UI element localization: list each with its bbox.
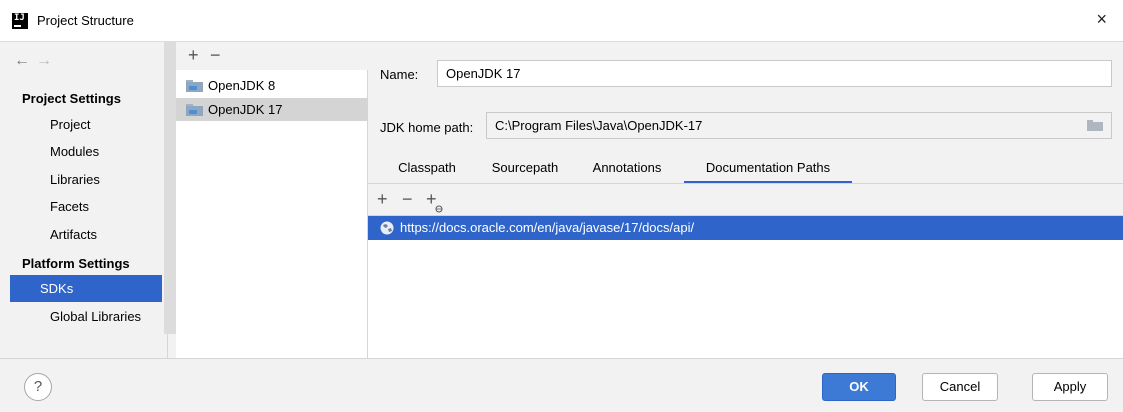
cancel-button[interactable]: Cancel <box>922 373 998 401</box>
sdk-item-openjdk-8[interactable]: OpenJDK 8 <box>176 74 368 97</box>
sdk-item-label: OpenJDK 17 <box>208 102 283 117</box>
window-title: Project Structure <box>37 13 134 28</box>
tab-documentation-paths[interactable]: Documentation Paths <box>684 158 852 184</box>
jdk-folder-icon <box>186 104 203 116</box>
settings-nav: ←→ Project Settings Project Modules Libr… <box>0 42 176 358</box>
nav-scrollbar[interactable] <box>164 42 176 334</box>
sdk-item-openjdk-17[interactable]: OpenJDK 17 <box>176 98 368 121</box>
help-button[interactable]: ? <box>24 373 52 401</box>
name-label: Name: <box>380 67 419 82</box>
doc-path-url: https://docs.oracle.com/en/java/javase/1… <box>400 220 695 235</box>
sdk-toolbar: + − <box>176 42 368 70</box>
jdk-home-path-value: C:\Program Files\Java\OpenJDK-17 <box>495 118 703 133</box>
add-url-icon[interactable]: + <box>426 189 443 213</box>
dialog-button-bar: ? OK Cancel Apply <box>0 358 1123 412</box>
doc-paths-list: https://docs.oracle.com/en/java/javase/1… <box>368 215 1123 358</box>
sdk-detail-panel: Name: OpenJDK 17 JDK home path: C:\Progr… <box>368 42 1123 358</box>
sdk-name-field[interactable]: OpenJDK 17 <box>437 60 1112 87</box>
nav-history: ←→ <box>14 52 58 70</box>
list-item[interactable]: https://docs.oracle.com/en/java/javase/1… <box>368 216 1123 240</box>
remove-sdk-icon[interactable]: − <box>210 45 221 66</box>
apply-button[interactable]: Apply <box>1032 373 1108 401</box>
tab-annotations[interactable]: Annotations <box>581 158 673 184</box>
forward-arrow-icon[interactable]: → <box>36 52 58 69</box>
nav-item-project[interactable]: Project <box>10 111 162 138</box>
jdk-home-label: JDK home path: <box>380 120 474 135</box>
add-sdk-icon[interactable]: + <box>188 45 199 66</box>
globe-small-icon <box>435 205 443 213</box>
platform-settings-heading: Platform Settings <box>22 256 130 271</box>
tab-classpath[interactable]: Classpath <box>386 158 468 184</box>
nav-item-artifacts[interactable]: Artifacts <box>10 221 162 248</box>
jdk-home-path-field[interactable]: C:\Program Files\Java\OpenJDK-17 <box>486 112 1112 139</box>
web-globe-icon <box>380 221 394 235</box>
nav-item-modules[interactable]: Modules <box>10 138 162 165</box>
tab-divider <box>368 183 1123 184</box>
intellij-app-icon: IJ <box>12 13 28 29</box>
nav-item-facets[interactable]: Facets <box>10 193 162 220</box>
close-icon[interactable]: × <box>1096 10 1107 28</box>
nav-item-libraries[interactable]: Libraries <box>10 166 162 193</box>
nav-item-sdks[interactable]: SDKs <box>10 275 162 302</box>
sdk-item-label: OpenJDK 8 <box>208 78 276 93</box>
project-settings-heading: Project Settings <box>22 91 121 106</box>
add-doc-path-icon[interactable]: + <box>377 189 388 210</box>
nav-item-global-libraries[interactable]: Global Libraries <box>10 303 162 330</box>
sdk-list-panel: + − OpenJDK 8 OpenJDK 17 <box>176 42 368 358</box>
title-bar: IJ Project Structure × <box>0 0 1123 42</box>
ok-button[interactable]: OK <box>822 373 896 401</box>
back-arrow-icon[interactable]: ← <box>14 52 36 69</box>
remove-doc-path-icon[interactable]: − <box>402 189 413 210</box>
jdk-folder-icon <box>186 80 203 92</box>
doc-paths-toolbar: + − + <box>368 189 1123 215</box>
browse-folder-icon[interactable] <box>1087 120 1103 131</box>
tab-sourcepath[interactable]: Sourcepath <box>479 158 571 184</box>
